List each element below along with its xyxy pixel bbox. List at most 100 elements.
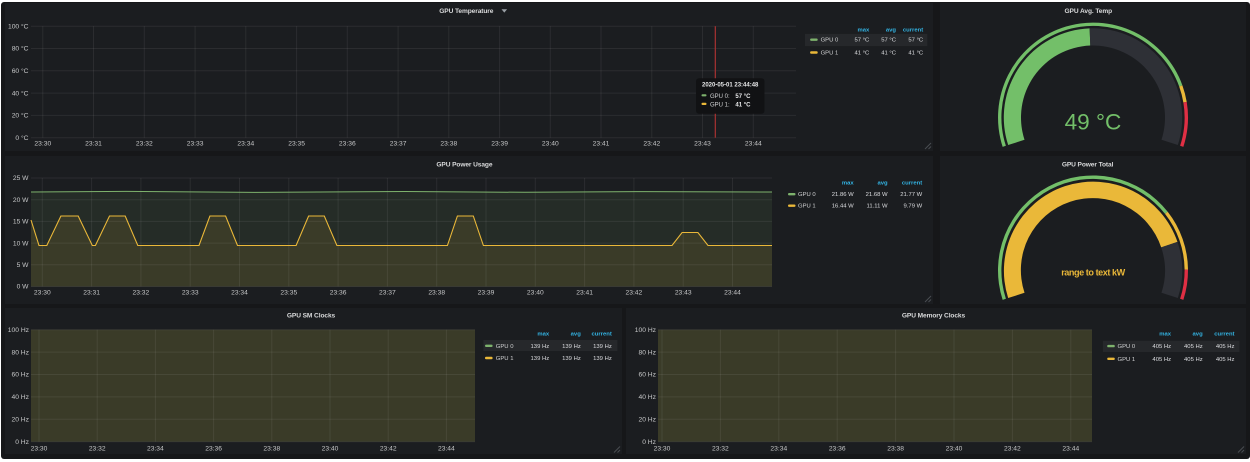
svg-text:23:39: 23:39 [478, 289, 495, 296]
svg-text:405 Hz: 405 Hz [1152, 344, 1171, 350]
svg-text:GPU 1: GPU 1 [821, 51, 839, 57]
svg-text:23:40: 23:40 [527, 289, 544, 296]
svg-text:23:30: 23:30 [34, 141, 51, 148]
svg-text:21.77 W: 21.77 W [900, 192, 922, 198]
svg-text:23:38: 23:38 [263, 445, 280, 452]
svg-text:57 °C: 57 °C [908, 38, 924, 44]
svg-text:max: max [537, 331, 550, 337]
svg-text:139 Hz: 139 Hz [593, 343, 612, 349]
svg-text:23:30: 23:30 [31, 445, 48, 452]
svg-text:current: current [1214, 331, 1234, 337]
svg-text:41 °C: 41 °C [908, 51, 924, 57]
svg-text:GPU 0: GPU 0 [798, 192, 816, 198]
svg-text:GPU 0: GPU 0 [496, 343, 514, 349]
svg-text:405 Hz: 405 Hz [1184, 356, 1203, 362]
svg-text:9.79 W: 9.79 W [904, 203, 923, 209]
svg-text:23:34: 23:34 [770, 445, 787, 452]
svg-text:100 Hz: 100 Hz [8, 326, 30, 333]
svg-text:23:37: 23:37 [379, 289, 396, 296]
svg-text:21.86 W: 21.86 W [832, 192, 854, 198]
svg-text:23:33: 23:33 [187, 141, 204, 148]
svg-text:41 °C: 41 °C [881, 51, 897, 57]
svg-text:23:42: 23:42 [626, 289, 643, 296]
svg-text:23:35: 23:35 [288, 141, 305, 148]
svg-text:23:33: 23:33 [182, 289, 199, 296]
svg-text:21.68 W: 21.68 W [866, 192, 888, 198]
svg-text:GPU Power Total: GPU Power Total [1062, 161, 1114, 168]
svg-text:20 W: 20 W [13, 196, 29, 203]
svg-text:20 °C: 20 °C [12, 112, 29, 120]
svg-text:23:31: 23:31 [83, 289, 100, 296]
svg-text:GPU SM Clocks: GPU SM Clocks [287, 312, 336, 319]
svg-text:23:40: 23:40 [542, 141, 559, 148]
svg-text:23:38: 23:38 [887, 445, 904, 452]
svg-text:23:40: 23:40 [322, 445, 339, 452]
svg-text:100 Hz: 100 Hz [635, 326, 657, 333]
svg-text:23:42: 23:42 [1004, 445, 1021, 452]
svg-text:current: current [903, 27, 923, 33]
svg-text:10 W: 10 W [13, 240, 29, 247]
svg-text:23:41: 23:41 [593, 141, 610, 148]
svg-text:avg: avg [571, 331, 582, 337]
svg-text:23:36: 23:36 [205, 445, 222, 452]
svg-text:80 °C: 80 °C [12, 45, 29, 53]
svg-text:GPU Memory Clocks: GPU Memory Clocks [902, 312, 966, 319]
svg-text:23:34: 23:34 [237, 141, 254, 148]
svg-text:23:36: 23:36 [330, 289, 347, 296]
svg-text:23:36: 23:36 [829, 445, 846, 452]
svg-text:23:32: 23:32 [136, 141, 153, 148]
svg-text:GPU Temperature: GPU Temperature [439, 8, 494, 15]
svg-text:23:32: 23:32 [89, 445, 106, 452]
svg-text:23:44: 23:44 [724, 289, 741, 296]
svg-text:GPU Avg. Temp: GPU Avg. Temp [1065, 8, 1113, 15]
svg-text:23:34: 23:34 [147, 445, 164, 452]
svg-text:23:32: 23:32 [712, 445, 729, 452]
svg-text:0 °C: 0 °C [15, 134, 28, 142]
svg-text:23:32: 23:32 [133, 289, 150, 296]
svg-text:23:44: 23:44 [1062, 445, 1079, 452]
svg-text:GPU 1: GPU 1 [1118, 356, 1136, 362]
svg-text:60 Hz: 60 Hz [639, 371, 657, 378]
svg-text:25 W: 25 W [13, 175, 29, 182]
svg-text:range to text kW: range to text kW [1061, 267, 1125, 277]
svg-text:23:38: 23:38 [440, 141, 457, 148]
svg-text:139 Hz: 139 Hz [562, 343, 581, 349]
svg-text:max: max [1159, 331, 1172, 337]
svg-text:23:35: 23:35 [280, 289, 297, 296]
svg-text:16.44 W: 16.44 W [832, 203, 854, 209]
svg-text:23:44: 23:44 [745, 141, 762, 148]
svg-text:100 °C: 100 °C [8, 22, 29, 30]
svg-text:23:42: 23:42 [643, 141, 660, 148]
svg-text:23:40: 23:40 [946, 445, 963, 452]
svg-text:0 W: 0 W [17, 283, 30, 290]
svg-text:GPU Power Usage: GPU Power Usage [436, 161, 492, 168]
svg-text:57 °C: 57 °C [854, 38, 870, 44]
svg-text:57 °C: 57 °C [735, 94, 751, 100]
svg-text:40 Hz: 40 Hz [12, 394, 30, 401]
svg-text:max: max [842, 180, 855, 186]
svg-text:23:44: 23:44 [438, 445, 455, 452]
svg-text:23:43: 23:43 [675, 289, 692, 296]
svg-text:GPU 0: GPU 0 [821, 38, 839, 44]
svg-text:23:43: 23:43 [694, 141, 711, 148]
svg-text:5 W: 5 W [17, 262, 30, 269]
svg-text:405 Hz: 405 Hz [1184, 344, 1203, 350]
svg-text:405 Hz: 405 Hz [1216, 344, 1235, 350]
svg-text:avg: avg [877, 180, 888, 186]
svg-text:139 Hz: 139 Hz [531, 356, 550, 362]
svg-text:2020-05-01 23:44:48: 2020-05-01 23:44:48 [702, 83, 759, 89]
svg-text:23:30: 23:30 [654, 445, 671, 452]
svg-text:23:36: 23:36 [339, 141, 356, 148]
svg-text:23:39: 23:39 [491, 141, 508, 148]
svg-text:20 Hz: 20 Hz [639, 416, 657, 423]
svg-text:40 °C: 40 °C [12, 89, 29, 97]
svg-text:57 °C: 57 °C [881, 38, 897, 44]
svg-text:23:41: 23:41 [576, 289, 593, 296]
svg-text:23:38: 23:38 [428, 289, 445, 296]
svg-text:GPU 0:: GPU 0: [710, 94, 730, 100]
svg-text:405 Hz: 405 Hz [1216, 356, 1235, 362]
svg-text:23:30: 23:30 [34, 289, 51, 296]
svg-text:11.11 W: 11.11 W [867, 203, 889, 209]
svg-text:23:37: 23:37 [390, 141, 407, 148]
svg-text:60 °C: 60 °C [12, 67, 29, 75]
